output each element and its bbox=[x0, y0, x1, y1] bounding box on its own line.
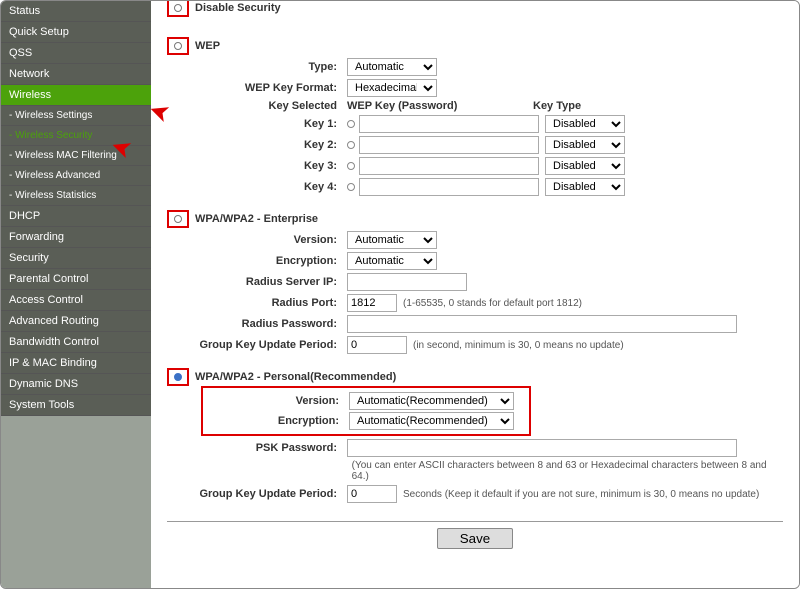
option-wep[interactable]: WEP bbox=[167, 37, 783, 55]
pers-encryption-label: Encryption: bbox=[203, 415, 349, 427]
sidebar-item-qss[interactable]: QSS bbox=[1, 43, 151, 64]
option-wpa-personal[interactable]: WPA/WPA2 - Personal(Recommended) bbox=[167, 368, 783, 386]
sidebar-item-bandwidth-control[interactable]: Bandwidth Control bbox=[1, 332, 151, 353]
pers-encryption-select[interactable]: Automatic(Recommended) bbox=[349, 412, 514, 430]
key3-radio[interactable] bbox=[347, 162, 355, 170]
sidebar-item-advanced-routing[interactable]: Advanced Routing bbox=[1, 311, 151, 332]
sidebar-item-quick-setup[interactable]: Quick Setup bbox=[1, 22, 151, 43]
sidebar-item-security[interactable]: Security bbox=[1, 248, 151, 269]
key4-input[interactable] bbox=[359, 178, 539, 196]
key1-label: Key 1: bbox=[167, 118, 347, 130]
sidebar-item-forwarding[interactable]: Forwarding bbox=[1, 227, 151, 248]
radio-wpa-enterprise[interactable] bbox=[167, 210, 189, 228]
key4-type[interactable]: Disabled bbox=[545, 178, 625, 196]
key1-type[interactable]: Disabled bbox=[545, 115, 625, 133]
sidebar-item-ip-mac-binding[interactable]: IP & MAC Binding bbox=[1, 353, 151, 374]
key3-type[interactable]: Disabled bbox=[545, 157, 625, 175]
personal-highlight-box: Version:Automatic(Recommended) Encryptio… bbox=[201, 386, 531, 436]
key2-radio[interactable] bbox=[347, 141, 355, 149]
key1-radio[interactable] bbox=[347, 120, 355, 128]
sidebar-item-status[interactable]: Status bbox=[1, 1, 151, 22]
sidebar-item-dynamic-dns[interactable]: Dynamic DNS bbox=[1, 374, 151, 395]
sidebar: Status Quick Setup QSS Network Wireless … bbox=[1, 1, 151, 588]
disable-security-label: Disable Security bbox=[195, 2, 281, 14]
pers-psk-input[interactable] bbox=[347, 439, 737, 457]
save-button[interactable]: Save bbox=[437, 528, 513, 549]
wep-title: WEP bbox=[195, 40, 220, 52]
option-disable-security[interactable]: Disable Security bbox=[167, 1, 783, 17]
pers-version-label: Version: bbox=[203, 395, 349, 407]
radio-wep[interactable] bbox=[167, 37, 189, 55]
sidebar-item-wireless-settings[interactable]: Wireless Settings bbox=[1, 106, 151, 126]
ent-radius-pass-input[interactable] bbox=[347, 315, 737, 333]
ent-radius-port-hint: (1-65535, 0 stands for default port 1812… bbox=[403, 298, 582, 309]
ent-radius-ip-label: Radius Server IP: bbox=[167, 276, 347, 288]
wep-format-label: WEP Key Format: bbox=[167, 82, 347, 94]
option-wpa-enterprise[interactable]: WPA/WPA2 - Enterprise bbox=[167, 210, 783, 228]
key1-input[interactable] bbox=[359, 115, 539, 133]
wep-key-header: WEP Key (Password) bbox=[347, 100, 533, 112]
sidebar-item-access-control[interactable]: Access Control bbox=[1, 290, 151, 311]
ent-encryption-select[interactable]: Automatic bbox=[347, 252, 437, 270]
pers-gkup-input[interactable] bbox=[347, 485, 397, 503]
key2-input[interactable] bbox=[359, 136, 539, 154]
radio-wpa-personal[interactable] bbox=[167, 368, 189, 386]
sidebar-item-wireless[interactable]: Wireless bbox=[1, 85, 151, 106]
key2-label: Key 2: bbox=[167, 139, 347, 151]
sidebar-item-dhcp[interactable]: DHCP bbox=[1, 206, 151, 227]
key4-radio[interactable] bbox=[347, 183, 355, 191]
ent-radius-ip-input[interactable] bbox=[347, 273, 467, 291]
key4-label: Key 4: bbox=[167, 181, 347, 193]
wep-type-select[interactable]: Automatic bbox=[347, 58, 437, 76]
wep-format-select[interactable]: Hexadecimal bbox=[347, 79, 437, 97]
pers-gkup-label: Group Key Update Period: bbox=[167, 488, 347, 500]
key2-type[interactable]: Disabled bbox=[545, 136, 625, 154]
key3-input[interactable] bbox=[359, 157, 539, 175]
sidebar-item-wireless-statistics[interactable]: Wireless Statistics bbox=[1, 186, 151, 206]
main-panel: Disable Security WEP Type: Automatic WEP… bbox=[151, 1, 799, 588]
ent-gkup-hint: (in second, minimum is 30, 0 means no up… bbox=[413, 340, 624, 351]
ent-version-label: Version: bbox=[167, 234, 347, 246]
wpa-pers-title: WPA/WPA2 - Personal(Recommended) bbox=[195, 371, 396, 383]
ent-gkup-label: Group Key Update Period: bbox=[167, 339, 347, 351]
pers-gkup-hint: Seconds (Keep it default if you are not … bbox=[403, 489, 759, 500]
ent-radius-port-label: Radius Port: bbox=[167, 297, 347, 309]
ent-gkup-input[interactable] bbox=[347, 336, 407, 354]
key-selected-header: Key Selected bbox=[167, 100, 347, 112]
pers-version-select[interactable]: Automatic(Recommended) bbox=[349, 392, 514, 410]
wep-type-label: Type: bbox=[167, 61, 347, 73]
radio-disable-security[interactable] bbox=[167, 1, 189, 17]
key3-label: Key 3: bbox=[167, 160, 347, 172]
pers-psk-label: PSK Password: bbox=[167, 442, 347, 454]
sidebar-item-system-tools[interactable]: System Tools bbox=[1, 395, 151, 416]
ent-radius-port-input[interactable] bbox=[347, 294, 397, 312]
divider bbox=[167, 521, 783, 522]
key-type-header: Key Type bbox=[533, 100, 581, 112]
sidebar-item-network[interactable]: Network bbox=[1, 64, 151, 85]
ent-radius-pass-label: Radius Password: bbox=[167, 318, 347, 330]
ent-encryption-label: Encryption: bbox=[167, 255, 347, 267]
sidebar-item-wireless-advanced[interactable]: Wireless Advanced bbox=[1, 166, 151, 186]
ent-version-select[interactable]: Automatic bbox=[347, 231, 437, 249]
wpa-ent-title: WPA/WPA2 - Enterprise bbox=[195, 213, 318, 225]
sidebar-item-parental-control[interactable]: Parental Control bbox=[1, 269, 151, 290]
pers-psk-hint: (You can enter ASCII characters between … bbox=[352, 460, 783, 482]
